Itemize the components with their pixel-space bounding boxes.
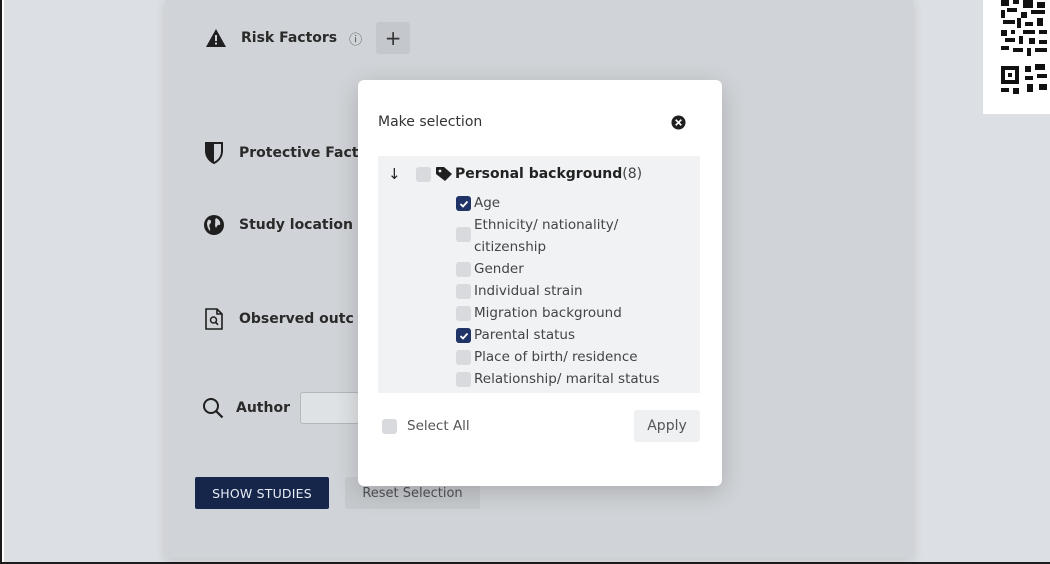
select-all-control[interactable]: Select All: [382, 418, 470, 434]
protective-factors-label: Protective Fact: [239, 145, 359, 161]
qr-code-image: [983, 0, 1050, 114]
list-item[interactable]: Place of birth/ residence: [456, 346, 674, 368]
item-checkbox-parental-status[interactable]: [456, 328, 471, 343]
show-studies-button[interactable]: SHOW STUDIES: [195, 477, 329, 509]
item-label: Parental status: [474, 327, 576, 343]
list-item[interactable]: Age: [456, 192, 674, 214]
item-checkbox-ethnicity[interactable]: [456, 227, 471, 242]
list-item[interactable]: Relationship/ marital status: [456, 368, 674, 390]
item-label: Migration background: [474, 305, 622, 321]
item-label: Age: [474, 195, 501, 211]
observed-outcomes-label: Observed outc: [239, 311, 354, 327]
warning-triangle-icon: [203, 25, 229, 51]
list-item[interactable]: Ethnicity/ nationality/ citizenship: [456, 214, 674, 258]
group-checkbox[interactable]: [416, 166, 431, 182]
filter-protective-factors: Protective Fact: [201, 140, 358, 166]
item-label: Place of birth/ residence: [474, 349, 638, 365]
select-all-checkbox[interactable]: [382, 418, 397, 434]
modal-title: Make selection: [378, 114, 483, 130]
list-item[interactable]: Parental status: [456, 324, 674, 346]
item-label: Individual strain: [474, 283, 583, 299]
list-item[interactable]: Gender: [456, 258, 674, 280]
item-checkbox-place-of-birth[interactable]: [456, 350, 471, 365]
apply-button[interactable]: Apply: [634, 410, 700, 442]
item-checkbox-relationship-status[interactable]: [456, 372, 471, 387]
globe-icon: [201, 212, 227, 238]
selection-tree[interactable]: ↓ Personal background (8) Age Ethnicity/…: [378, 156, 700, 393]
document-search-icon: [201, 306, 227, 332]
app-frame: Risk Factors ⓘ + Protective Fact Study l…: [0, 0, 1050, 564]
select-all-label: Select All: [407, 418, 470, 434]
list-item[interactable]: Migration background: [456, 302, 674, 324]
add-risk-factor-button[interactable]: +: [376, 22, 411, 54]
filter-observed-outcomes: Observed outc: [201, 306, 354, 332]
tag-icon: [435, 166, 453, 182]
filter-risk-factors: Risk Factors ⓘ +: [203, 22, 411, 54]
risk-factors-label: Risk Factors: [241, 30, 338, 46]
author-label: Author: [236, 400, 290, 416]
shield-icon: [201, 140, 227, 166]
info-icon[interactable]: ⓘ: [349, 29, 362, 48]
search-icon: [200, 395, 226, 421]
item-checkbox-individual-strain[interactable]: [456, 284, 471, 299]
close-circle-icon[interactable]: [670, 114, 686, 130]
item-label: Gender: [474, 261, 524, 277]
item-checkbox-migration-background[interactable]: [456, 306, 471, 321]
group-label: Personal background: [455, 166, 623, 182]
study-location-label: Study location: [239, 217, 354, 233]
item-label: Ethnicity/ nationality/ citizenship: [474, 217, 619, 255]
item-label: Relationship/ marital status: [474, 371, 660, 387]
filter-study-location: Study location: [201, 212, 353, 238]
filter-author: Author: [200, 395, 290, 421]
tree-group-personal-background: ↓ Personal background (8): [378, 162, 642, 186]
item-checkbox-gender[interactable]: [456, 262, 471, 277]
group-count: (8): [622, 166, 643, 182]
selection-modal: Make selection ↓ Personal background (8): [358, 80, 722, 486]
tree-items: Age Ethnicity/ nationality/ citizenship …: [456, 192, 674, 390]
collapse-arrow-icon[interactable]: ↓: [388, 165, 404, 183]
list-item[interactable]: Individual strain: [456, 280, 674, 302]
item-checkbox-age[interactable]: [456, 196, 471, 211]
